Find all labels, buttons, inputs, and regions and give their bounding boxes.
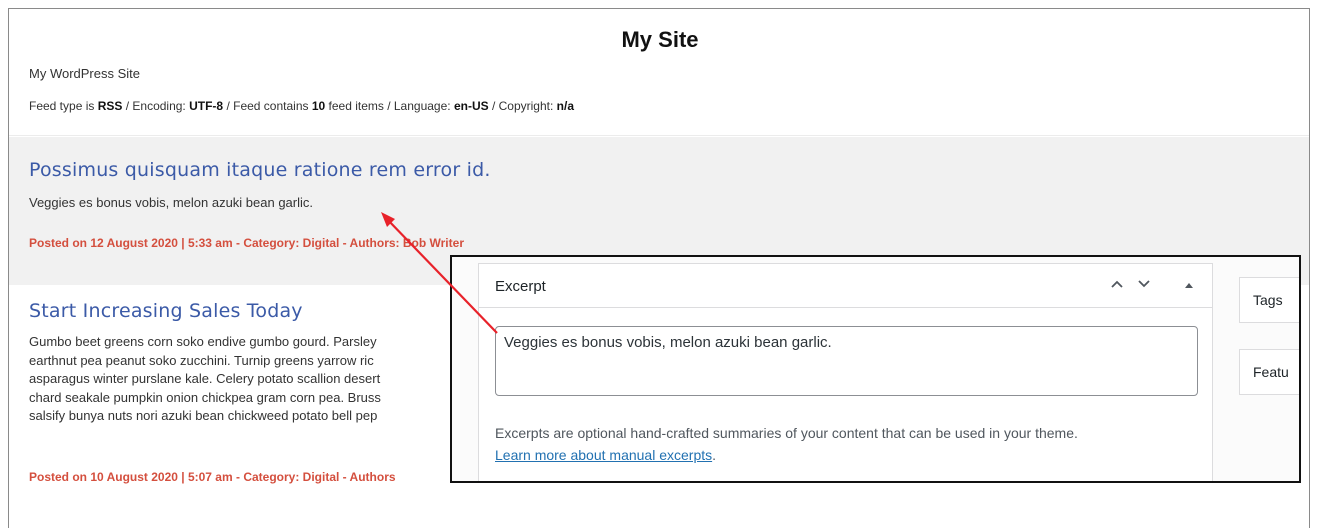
site-title: My Site <box>621 27 699 52</box>
post-title-link[interactable]: Start Increasing Sales Today <box>29 300 303 322</box>
post-excerpt: Veggies es bonus vobis, melon azuki bean… <box>29 195 314 210</box>
count-label: / Feed contains <box>223 99 312 113</box>
excerpt-help-text: Excerpts are optional hand-crafted summa… <box>495 425 1078 441</box>
tags-panel-title: Tags <box>1253 292 1283 308</box>
post-content-line: asparagus winter purslane kale. Celery p… <box>29 371 381 386</box>
excerpt-help: Excerpts are optional hand-crafted summa… <box>495 422 1078 466</box>
chevron-down-icon[interactable] <box>1134 276 1154 296</box>
language: en-US <box>453 99 489 113</box>
encoding-label: / Encoding: <box>122 99 190 113</box>
post-content-line: chard seakale pumpkin onion chickpea gra… <box>29 389 381 405</box>
post-content-line: Gumbo beet greens corn soko endive gumbo… <box>29 334 377 349</box>
excerpt-help-link-line: Learn more about manual excerpts. <box>495 444 1078 466</box>
post-meta: Posted on 12 August 2020 | 5:33 am - Cat… <box>29 236 464 250</box>
tags-panel-header[interactable]: Tags <box>1239 277 1299 323</box>
post-title-link[interactable]: Possimus quisquam itaque ratione rem err… <box>29 159 491 181</box>
post-content: Gumbo beet greens corn soko endive gumbo… <box>29 333 459 443</box>
excerpt-metabox: Excerpt Veggies es bonus vobis, melon az… <box>478 263 1213 481</box>
language-label: feed items / Language: <box>325 99 454 113</box>
copyright-label: / Copyright: <box>488 99 557 113</box>
excerpt-metabox-header: Excerpt <box>479 264 1212 308</box>
feed-meta: Feed type is RSS / Encoding: UTF-8 / Fee… <box>29 99 574 113</box>
triangle-up-icon[interactable] <box>1179 276 1199 296</box>
featured-panel-title: Featu <box>1253 364 1289 380</box>
encoding: UTF-8 <box>189 99 224 113</box>
feed-type: RSS <box>97 99 123 113</box>
site-description: My WordPress Site <box>29 66 141 81</box>
post-content-line: earthnut pea peanut soko zucchini. Turni… <box>29 352 374 368</box>
excerpt-textarea[interactable]: Veggies es bonus vobis, melon azuki bean… <box>495 326 1198 396</box>
excerpt-metabox-title: Excerpt <box>495 278 546 295</box>
feed-type-label: Feed type is <box>29 99 98 113</box>
featured-panel-header[interactable]: Featu <box>1239 349 1299 395</box>
copyright: n/a <box>556 99 574 113</box>
post-meta: Posted on 10 August 2020 | 5:07 am - Cat… <box>29 470 396 484</box>
manual-excerpts-link[interactable]: Learn more about manual excerpts <box>495 447 712 463</box>
item-count: 10 <box>311 99 326 113</box>
link-suffix: . <box>712 447 717 463</box>
post-content-line: salsify bunya nuts nori azuki bean chick… <box>29 408 378 423</box>
header-divider <box>9 135 1309 136</box>
chevron-up-icon[interactable] <box>1107 276 1127 296</box>
excerpt-editor-screenshot: Excerpt Veggies es bonus vobis, melon az… <box>450 255 1301 483</box>
